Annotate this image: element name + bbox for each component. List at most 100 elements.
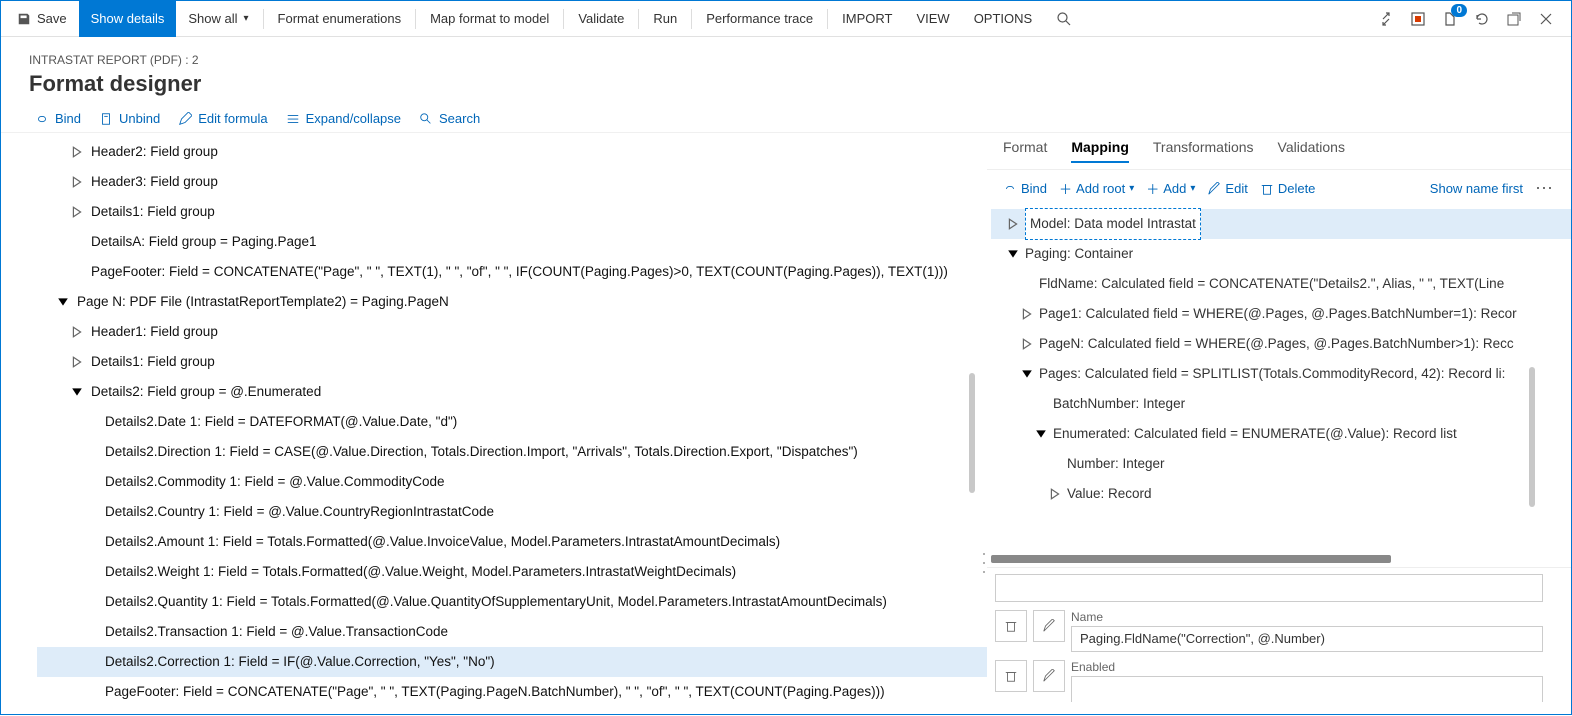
tree-row[interactable]: Details1: Field group: [37, 197, 987, 227]
tab-transformations[interactable]: Transformations: [1153, 133, 1254, 163]
delete-enabled-button[interactable]: [995, 660, 1027, 692]
mapping-row[interactable]: Number: Integer: [991, 449, 1571, 479]
mapping-row[interactable]: PageN: Calculated field = WHERE(@.Pages,…: [991, 329, 1571, 359]
delete-property-button[interactable]: [995, 610, 1027, 642]
tree-row[interactable]: Header2: Field group: [37, 137, 987, 167]
tree-row-label: Header2: Field group: [91, 137, 218, 167]
link-icon[interactable]: [1377, 10, 1395, 28]
right-tabs: Format Mapping Transformations Validatio…: [987, 133, 1571, 170]
show-all-button[interactable]: Show all ▾: [176, 1, 260, 37]
tree-row[interactable]: Details2.Weight 1: Field = Totals.Format…: [37, 557, 987, 587]
mapping-row[interactable]: Enumerated: Calculated field = ENUMERATE…: [991, 419, 1571, 449]
mapping-row[interactable]: Pages: Calculated field = SPLITLIST(Tota…: [991, 359, 1571, 389]
tree-row[interactable]: DetailsA: Field group = Paging.Page1: [37, 227, 987, 257]
tree-row-label: Header3: Field group: [91, 167, 218, 197]
trash-icon: [1004, 669, 1018, 683]
tab-format[interactable]: Format: [1003, 133, 1047, 163]
tree-row[interactable]: Details2.Correction 1: Field = IF(@.Valu…: [37, 647, 987, 677]
tree-row[interactable]: PageFooter: Field = CONCATENATE("Page", …: [37, 257, 987, 287]
mapping-row[interactable]: FldName: Calculated field = CONCATENATE(…: [991, 269, 1571, 299]
tree-row[interactable]: Details2.Transaction 1: Field = @.Value.…: [37, 617, 987, 647]
tree-row[interactable]: Details2.Direction 1: Field = CASE(@.Val…: [37, 437, 987, 467]
show-details-button[interactable]: Show details: [79, 1, 177, 37]
close-icon[interactable]: [1537, 10, 1555, 28]
run-button[interactable]: Run: [641, 1, 689, 37]
map-format-button[interactable]: Map format to model: [418, 1, 561, 37]
tree-row[interactable]: Header1: Field group: [37, 317, 987, 347]
tree-row-label: PageFooter: Field = CONCATENATE("Page", …: [105, 677, 885, 707]
property-filter-input[interactable]: [995, 574, 1543, 602]
tree-row-label: Details1: Field group: [91, 347, 215, 377]
pencil-icon: [1042, 619, 1056, 633]
search-action[interactable]: Search: [419, 111, 480, 126]
format-enumerations-button[interactable]: Format enumerations: [266, 1, 414, 37]
more-icon[interactable]: ⋯: [1535, 178, 1555, 199]
tree-row[interactable]: PageFooter: Field = CONCATENATE("Page", …: [37, 677, 987, 707]
unbind-button[interactable]: Unbind: [99, 111, 160, 126]
splitter-grip[interactable]: [983, 553, 993, 573]
mapping-row[interactable]: Paging: Container: [991, 239, 1571, 269]
tree-row[interactable]: Details2.Country 1: Field = @.Value.Coun…: [37, 497, 987, 527]
tree-row[interactable]: Details2: Field group = @.Enumerated: [37, 377, 987, 407]
tab-validations[interactable]: Validations: [1278, 133, 1345, 163]
tree-row[interactable]: Page N: PDF File (IntrastatReportTemplat…: [37, 287, 987, 317]
popout-icon[interactable]: [1505, 10, 1523, 28]
page-title: Format designer: [29, 71, 1543, 97]
attachments-icon[interactable]: 0: [1441, 10, 1459, 28]
delete-button[interactable]: Delete: [1260, 181, 1316, 196]
tree-row[interactable]: Details2.Commodity 1: Field = @.Value.Co…: [37, 467, 987, 497]
mapping-row-label: Number: Integer: [1067, 449, 1165, 479]
chevron-down-icon: ▾: [1190, 183, 1195, 194]
mapping-row-label: PageN: Calculated field = WHERE(@.Pages,…: [1039, 329, 1514, 359]
plus-icon: ＋: [1059, 179, 1072, 198]
search-icon: [1056, 11, 1072, 27]
validate-button[interactable]: Validate: [566, 1, 636, 37]
bind-button[interactable]: Bind: [35, 111, 81, 126]
tree-row[interactable]: Details2.Amount 1: Field = Totals.Format…: [37, 527, 987, 557]
tree-row[interactable]: Details1: Field group: [37, 347, 987, 377]
mapping-row[interactable]: Page1: Calculated field = WHERE(@.Pages,…: [991, 299, 1571, 329]
show-name-first-button[interactable]: Show name first: [1430, 181, 1523, 196]
tree-row-label: Details2.Date 1: Field = DATEFORMAT(@.Va…: [105, 407, 457, 437]
tree-row[interactable]: Header3: Field group: [37, 167, 987, 197]
tree-row[interactable]: Details2.Quantity 1: Field = Totals.Form…: [37, 587, 987, 617]
edit-button[interactable]: Edit: [1207, 181, 1247, 196]
office-icon[interactable]: [1409, 10, 1427, 28]
add-root-button[interactable]: ＋Add root▾: [1059, 179, 1134, 198]
expand-collapse-button[interactable]: Expand/collapse: [286, 111, 401, 126]
format-tree[interactable]: Header2: Field groupHeader3: Field group…: [1, 133, 987, 707]
property-enabled-value[interactable]: [1071, 676, 1543, 702]
search-icon: [419, 112, 433, 126]
search-button[interactable]: [1044, 1, 1084, 37]
edit-enabled-button[interactable]: [1033, 660, 1065, 692]
tree-row-label: Details2.Transaction 1: Field = @.Value.…: [105, 617, 448, 647]
view-menu[interactable]: VIEW: [904, 1, 961, 37]
tree-row[interactable]: Details2.Date 1: Field = DATEFORMAT(@.Va…: [37, 407, 987, 437]
right-toolbar: Bind ＋Add root▾ ＋Add▾ Edit Delete Show n…: [987, 170, 1571, 207]
tree-row-label: Details2.Correction 1: Field = IF(@.Valu…: [105, 647, 495, 677]
right-hscrollbar[interactable]: [991, 555, 1391, 563]
edit-property-button[interactable]: [1033, 610, 1065, 642]
left-action-bar: Bind Unbind Edit formula Expand/collapse…: [1, 105, 1571, 133]
save-button[interactable]: Save: [5, 1, 79, 37]
add-button[interactable]: ＋Add▾: [1146, 179, 1195, 198]
right-scrollbar[interactable]: [1529, 367, 1535, 507]
tab-mapping[interactable]: Mapping: [1071, 133, 1129, 163]
tree-row-label: Details2.Weight 1: Field = Totals.Format…: [105, 557, 736, 587]
mapping-tree[interactable]: Model: Data model IntrastatPaging: Conta…: [987, 207, 1571, 551]
edit-formula-button[interactable]: Edit formula: [178, 111, 267, 126]
save-icon: [17, 12, 31, 26]
bind-icon: [1003, 182, 1017, 196]
tree-row-label: Details2.Amount 1: Field = Totals.Format…: [105, 527, 780, 557]
property-name-value[interactable]: Paging.FldName("Correction", @.Number): [1071, 626, 1543, 652]
left-scrollbar[interactable]: [969, 373, 975, 493]
refresh-icon[interactable]: [1473, 10, 1491, 28]
mapping-row[interactable]: Value: Record: [991, 479, 1571, 509]
import-menu[interactable]: IMPORT: [830, 1, 904, 37]
options-menu[interactable]: OPTIONS: [962, 1, 1045, 37]
mapping-row[interactable]: BatchNumber: Integer: [991, 389, 1571, 419]
performance-trace-button[interactable]: Performance trace: [694, 1, 825, 37]
mapping-row[interactable]: Model: Data model Intrastat: [991, 209, 1571, 239]
tree-row-label: Page N: PDF File (IntrastatReportTemplat…: [77, 287, 449, 317]
right-bind-button[interactable]: Bind: [1003, 181, 1047, 196]
